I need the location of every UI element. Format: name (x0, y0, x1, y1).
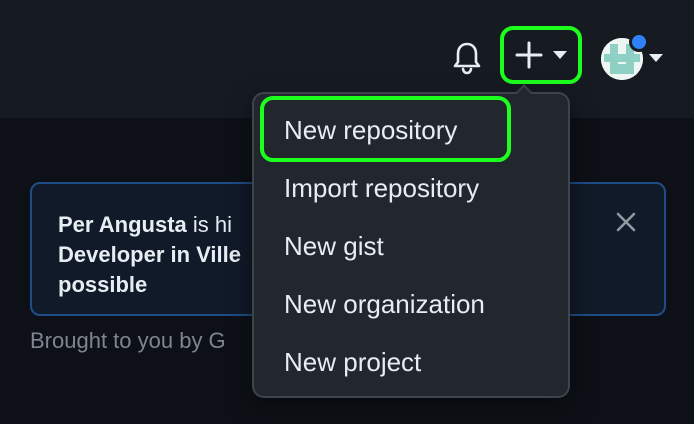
menu-item-new-gist[interactable]: New gist (284, 226, 384, 266)
menu-item-new-project[interactable]: New project (284, 342, 421, 382)
create-new-button[interactable] (500, 26, 582, 84)
highlight-box (260, 96, 511, 162)
plus-icon (515, 41, 543, 69)
x-icon (616, 212, 636, 232)
bell-icon (453, 42, 481, 75)
menu-item-import-repository[interactable]: Import repository (284, 168, 479, 208)
caret-down-icon (553, 51, 567, 59)
user-menu-button[interactable] (599, 32, 669, 82)
menu-item-new-organization[interactable]: New organization (284, 284, 485, 324)
caret-down-icon (649, 54, 663, 62)
footer-note: Brought to you by G (30, 328, 226, 353)
banner-line-3: possible (58, 272, 148, 297)
banner-text-mid: is hi (186, 212, 233, 237)
banner-line-2: Developer in Ville (58, 242, 242, 267)
banner-name[interactable]: Per Angusta (58, 212, 187, 237)
notification-dot (629, 32, 649, 52)
dropdown-caret-inner (517, 87, 531, 94)
close-banner-button[interactable] (612, 208, 640, 236)
banner-text: Per Angusta is hi Developer in Ville pos… (58, 210, 241, 300)
notifications-button[interactable] (449, 38, 485, 78)
